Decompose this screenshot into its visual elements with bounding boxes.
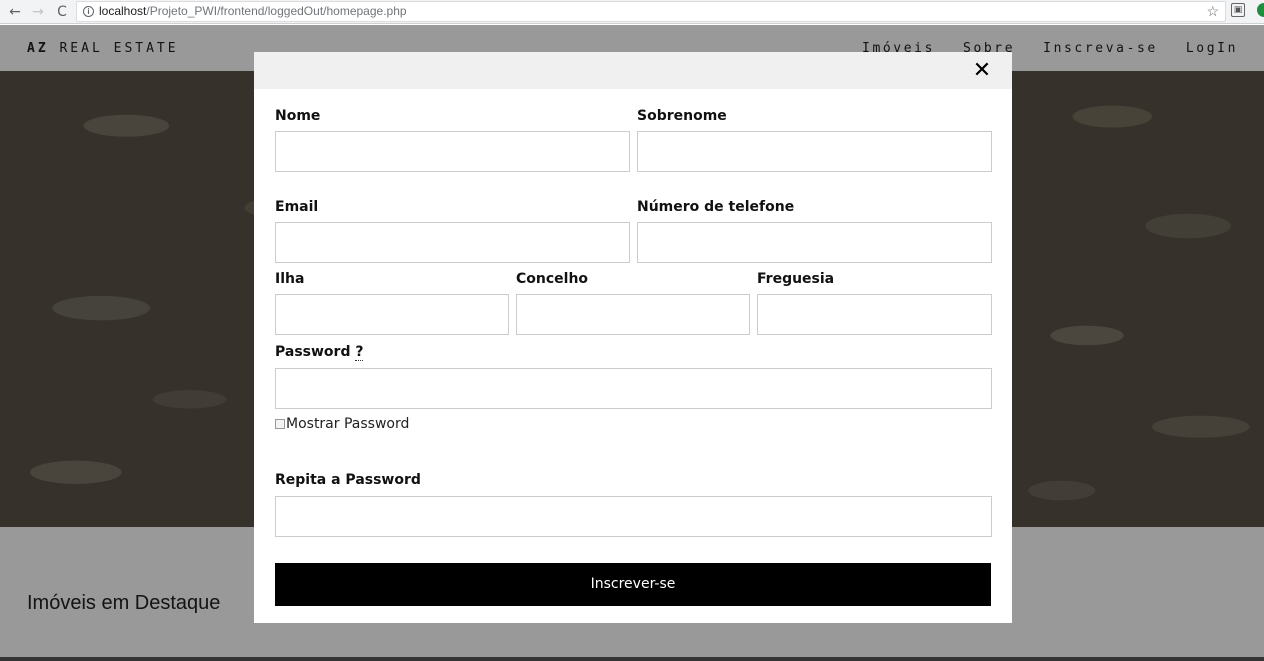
concelho-label: Concelho (516, 271, 589, 287)
address-bar[interactable]: i localhost/Projeto_PWI/frontend/loggedO… (76, 1, 1226, 22)
nome-input[interactable] (275, 131, 630, 172)
show-password-row: Mostrar Password (275, 416, 409, 432)
bookmark-star-icon[interactable]: ☆ (1206, 2, 1219, 21)
extension-icon[interactable]: ▣ (1231, 3, 1245, 17)
ilha-input[interactable] (275, 294, 509, 335)
back-icon[interactable]: ← (6, 2, 24, 22)
password-input[interactable] (275, 368, 992, 409)
repeat-password-input[interactable] (275, 496, 992, 537)
nome-label: Nome (275, 108, 321, 124)
forward-icon[interactable]: → (29, 2, 47, 22)
sobrenome-label: Sobrenome (637, 108, 727, 124)
reload-icon[interactable]: C (53, 2, 71, 22)
signup-modal: ✕ Nome Sobrenome Email Número de telefon… (254, 52, 1012, 623)
ilha-label: Ilha (275, 271, 305, 287)
password-label: Password ? (275, 344, 364, 361)
password-help-icon[interactable]: ? (355, 344, 364, 361)
modal-header: ✕ (254, 52, 1012, 89)
freguesia-label: Freguesia (757, 271, 835, 287)
url-path: /Projeto_PWI/frontend/loggedOut/homepage… (146, 4, 407, 18)
close-icon[interactable]: ✕ (971, 60, 993, 82)
sobrenome-input[interactable] (637, 131, 992, 172)
url-host: localhost (99, 4, 147, 18)
show-password-label[interactable]: Mostrar Password (286, 416, 409, 432)
email-label: Email (275, 199, 319, 215)
info-icon[interactable]: i (83, 6, 94, 17)
browser-toolbar: ← → C i localhost/Projeto_PWI/frontend/l… (0, 0, 1264, 24)
repeat-password-label: Repita a Password (275, 472, 421, 488)
page-bottom-strip (0, 657, 1264, 661)
concelho-input[interactable] (516, 294, 750, 335)
signup-submit-button[interactable]: Inscrever-se (275, 563, 991, 606)
email-input[interactable] (275, 222, 630, 263)
show-password-checkbox[interactable] (275, 419, 285, 429)
freguesia-input[interactable] (757, 294, 992, 335)
telefone-label: Número de telefone (637, 199, 795, 215)
telefone-input[interactable] (637, 222, 992, 263)
profile-icon[interactable] (1257, 3, 1264, 17)
